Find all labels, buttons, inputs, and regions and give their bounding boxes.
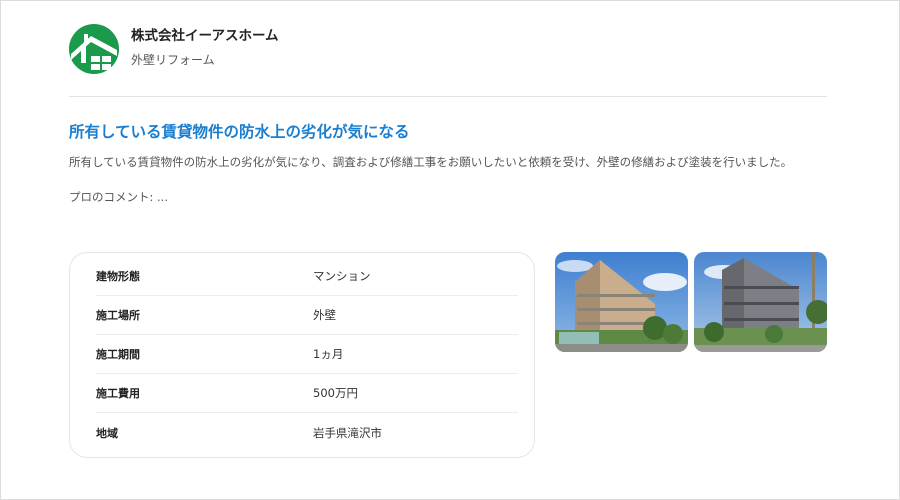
spec-value: 岩手県滝沢市: [313, 425, 382, 440]
case-description: 所有している賃貸物件の防水上の劣化が気になり、調査および修繕工事をお願いしたいと…: [69, 155, 793, 169]
spec-value: マンション: [313, 269, 371, 283]
company-header[interactable]: 株式会社イーアスホーム 外壁リフォーム: [69, 24, 279, 74]
header-divider: [69, 96, 827, 97]
spec-label: 施工費用: [96, 387, 140, 400]
spec-value: 外壁: [313, 308, 336, 322]
company-category: 外壁リフォーム: [131, 53, 215, 67]
spec-row-period: 施工期間 1ヵ月: [96, 335, 518, 374]
spec-row-location: 施工場所 外壁: [96, 296, 518, 335]
spec-label: 施工場所: [96, 309, 140, 322]
company-text: 株式会社イーアスホーム 外壁リフォーム: [131, 24, 279, 67]
company-logo-icon: [69, 24, 119, 74]
spec-value: 500万円: [313, 386, 358, 400]
spec-table: 建物形態 マンション 施工場所 外壁 施工期間 1ヵ月 施工費用 500万円 地…: [69, 252, 535, 458]
building-image: [694, 252, 827, 352]
spec-row-region: 地域 岩手県滝沢市: [96, 413, 518, 452]
before-photo[interactable]: [555, 252, 688, 352]
spec-label: 施工期間: [96, 348, 140, 361]
pro-comment: プロのコメント: ...: [69, 190, 168, 204]
spec-row-cost: 施工費用 500万円: [96, 374, 518, 413]
spec-label: 地域: [96, 426, 118, 440]
page-frame: 株式会社イーアスホーム 外壁リフォーム 所有している賃貸物件の防水上の劣化が気に…: [0, 0, 900, 500]
case-title[interactable]: 所有している賃貸物件の防水上の劣化が気になる: [69, 122, 410, 142]
spec-value: 1ヵ月: [313, 347, 344, 361]
building-image: [555, 252, 688, 352]
company-name[interactable]: 株式会社イーアスホーム: [131, 28, 279, 44]
after-photo[interactable]: [694, 252, 827, 352]
spec-label: 建物形態: [96, 270, 140, 283]
spec-row-building-type: 建物形態 マンション: [96, 257, 518, 296]
